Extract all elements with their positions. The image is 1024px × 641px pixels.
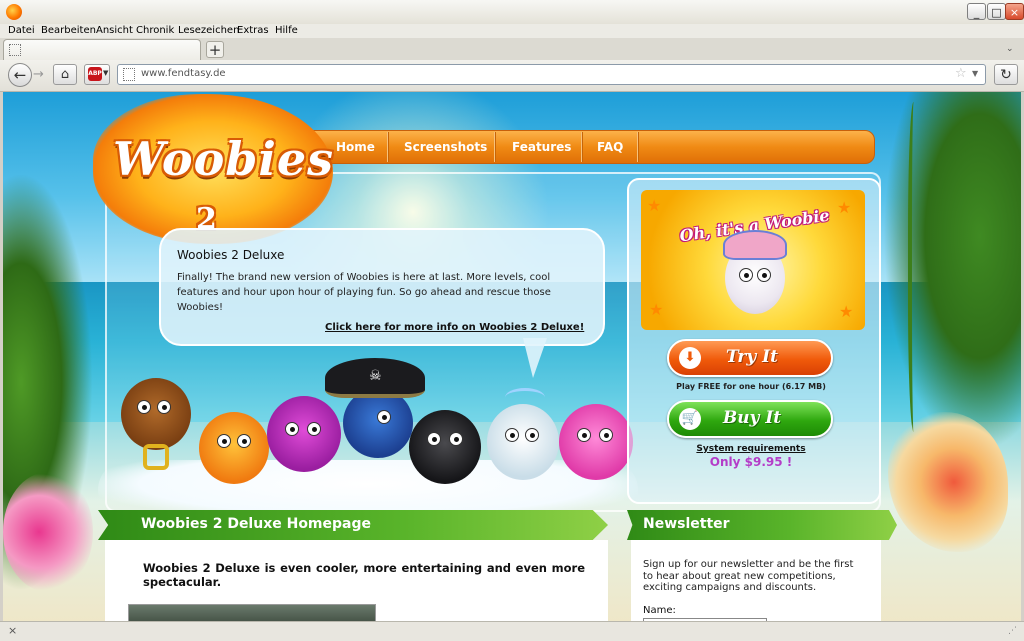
price: Only $9.95 ! [709,455,793,469]
nav-features[interactable]: Features [512,140,571,154]
url-text[interactable]: www.fendtasy.de [141,68,226,79]
nav-faq[interactable]: FAQ [597,140,623,154]
gold-chain-icon [143,444,169,470]
newsletter-title: Newsletter [643,516,730,532]
star-decoration-icon: ★ [839,302,854,321]
screenshot-thumbnail[interactable] [128,604,376,621]
minimize-button[interactable]: _ [967,3,986,20]
menu-ansicht[interactable]: Ansicht [96,25,133,36]
adblock-dropdown-icon[interactable]: ▼ [103,69,108,77]
woobie-black [409,410,481,484]
system-requirements-link[interactable]: System requirements [663,444,839,454]
nav-screenshots[interactable]: Screenshots [404,140,487,154]
woobie-pirate [343,388,413,458]
tiara-icon [505,388,545,407]
reload-icon[interactable]: ↻ [994,64,1018,85]
nav-divider [387,132,389,162]
bubble-text: Finally! The brand new version of Woobie… [177,272,551,313]
woobie-orange [199,412,269,484]
vine-right [908,102,922,432]
woobie-magenta [267,396,341,472]
try-note: Play FREE for one hour (6.17 MB) [676,382,826,391]
nav-divider [494,132,496,162]
menu-lesezeichen[interactable]: Lesezeichen [178,25,239,36]
tab-list-chevron-icon[interactable]: ⌄ [1006,44,1014,54]
homepage-section-title: Woobies 2 Deluxe Homepage [141,516,372,532]
nav-divider [637,132,639,162]
woobie-pink [559,404,633,480]
star-decoration-icon: ★ [647,196,662,215]
site-nav [295,130,875,164]
page-viewport: Home Screenshots Features FAQ Woobies 2 … [3,92,1021,621]
resize-grip-icon[interactable]: ⋰ [1008,626,1017,636]
page-icon [9,44,21,56]
menu-extras[interactable]: Extras [237,25,269,36]
star-decoration-icon: ★ [649,300,664,319]
pirate-hat-icon: ☠ [325,358,425,398]
buy-it-label: Buy It [722,408,782,428]
logo-wordmark[interactable]: Woobies [113,132,334,186]
more-info-link[interactable]: Click here for more info on Woobies 2 De… [325,322,584,333]
close-window-button[interactable]: × [1005,3,1024,20]
baby-bonnet [723,230,787,260]
try-it-label: Try It [726,347,778,367]
speech-bubble-tail [523,338,547,378]
back-arrow-icon[interactable]: ← [8,63,32,87]
newsletter-text: Sign up for our newsletter and be the fi… [643,559,854,593]
main-lead-text: Woobies 2 Deluxe is even cooler, more en… [143,561,585,589]
home-icon[interactable]: ⌂ [53,64,77,85]
menu-chronik[interactable]: Chronik [136,25,174,36]
menu-hilfe[interactable]: Hilfe [275,25,298,36]
name-label: Name: [643,605,676,616]
menu-datei[interactable]: Datei [8,25,35,36]
woobie-ghost-bride [487,404,559,480]
close-addon-bar-icon[interactable]: × [8,624,17,637]
site-identity-icon[interactable] [123,68,135,81]
maximize-button[interactable]: □ [987,3,1006,20]
nav-home[interactable]: Home [336,140,375,154]
nav-divider [581,132,583,162]
menu-bearbeiten[interactable]: Bearbeiten [41,25,96,36]
bubble-title: Woobies 2 Deluxe [177,248,285,262]
window-titlebar [0,0,1024,25]
forward-arrow-icon[interactable]: → [33,67,44,82]
adblock-icon[interactable]: ABP [88,67,102,81]
new-tab-button[interactable]: + [206,41,224,58]
woobie-brown [121,378,191,450]
menu-bar: Datei Bearbeiten Ansicht Chronik Lesezei… [0,24,1024,38]
try-it-button[interactable]: ⬇ Try It [667,339,833,377]
star-decoration-icon: ★ [837,198,852,217]
tab-current[interactable] [3,39,201,60]
palm-leaves-right [883,92,1021,452]
firefox-logo-icon[interactable] [6,4,22,20]
url-bar[interactable] [117,64,986,85]
buy-it-button[interactable]: 🛒 Buy It [667,400,833,438]
url-history-dropdown-icon[interactable]: ▼ [972,69,978,78]
star-icon[interactable]: ☆ [955,66,967,81]
tropical-flower-left [3,472,93,592]
status-bar [0,621,1024,641]
